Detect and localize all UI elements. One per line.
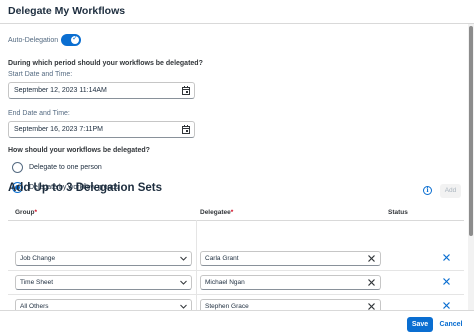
- method-question: How should your workflows be delegated?: [8, 147, 150, 154]
- dialog-footer: Save Cancel: [0, 310, 474, 335]
- column-header-delegatee: Delegatee*: [200, 209, 234, 216]
- clear-icon[interactable]: [368, 279, 375, 286]
- check-icon: ✓: [72, 35, 78, 42]
- group-select[interactable]: Time Sheet: [15, 275, 192, 290]
- group-select-value: All Others: [20, 303, 49, 310]
- group-select[interactable]: Job Change: [15, 251, 192, 266]
- remove-row-icon[interactable]: [443, 278, 450, 285]
- table-header-divider: [8, 220, 464, 221]
- end-date-value: September 16, 2023 7:11PM: [14, 126, 103, 133]
- scrollbar-thumb[interactable]: [469, 26, 473, 236]
- group-select-value: Job Change: [20, 255, 56, 262]
- radio-delegate-one-person[interactable]: [12, 162, 23, 173]
- info-icon[interactable]: i: [423, 186, 432, 195]
- delegatee-input[interactable]: Michael Ngan: [200, 275, 381, 290]
- dialog-title: Delegate My Workflows: [8, 5, 126, 17]
- remove-row-icon[interactable]: [443, 302, 450, 309]
- end-date-input[interactable]: September 16, 2023 7:11PM: [8, 121, 195, 138]
- remove-row-icon[interactable]: [443, 254, 450, 261]
- start-date-label: Start Date and Time:: [8, 71, 73, 78]
- delegation-sets-title: Add Up to 3 Delegation Sets: [8, 182, 162, 194]
- clear-icon[interactable]: [368, 303, 375, 310]
- column-divider: [196, 220, 197, 310]
- start-date-input[interactable]: September 12, 2023 11:14AM: [8, 82, 195, 99]
- dialog-header: Delegate My Workflows: [0, 0, 474, 24]
- column-header-group: Group*: [15, 209, 38, 216]
- calendar-icon[interactable]: [182, 125, 190, 134]
- dialog-content: Auto-Delegation ✓ During which period sh…: [0, 24, 468, 310]
- delegatee-value: Carla Grant: [205, 255, 239, 262]
- row-divider: [8, 294, 464, 295]
- cancel-button[interactable]: Cancel: [437, 317, 465, 332]
- clear-icon[interactable]: [368, 255, 375, 262]
- chevron-down-icon: [180, 304, 187, 309]
- radio-label-one-person: Delegate to one person: [29, 164, 102, 171]
- auto-delegation-toggle[interactable]: ✓: [61, 34, 81, 46]
- add-delegation-set-button[interactable]: Add: [440, 184, 461, 198]
- end-date-label: End Date and Time:: [8, 110, 70, 117]
- chevron-down-icon: [180, 280, 187, 285]
- delegatee-value: Stephen Grace: [205, 303, 249, 310]
- period-question: During which period should your workflow…: [8, 60, 203, 67]
- group-select-value: Time Sheet: [20, 279, 53, 286]
- chevron-down-icon: [180, 256, 187, 261]
- auto-delegation-label: Auto-Delegation: [8, 37, 59, 44]
- start-date-value: September 12, 2023 11:14AM: [14, 87, 107, 94]
- save-button[interactable]: Save: [407, 317, 433, 332]
- delegatee-input[interactable]: Carla Grant: [200, 251, 381, 266]
- delegatee-value: Michael Ngan: [205, 279, 245, 286]
- scrollbar[interactable]: [468, 24, 474, 310]
- row-divider: [8, 270, 464, 271]
- column-header-status: Status: [388, 209, 408, 216]
- calendar-icon[interactable]: [182, 86, 190, 95]
